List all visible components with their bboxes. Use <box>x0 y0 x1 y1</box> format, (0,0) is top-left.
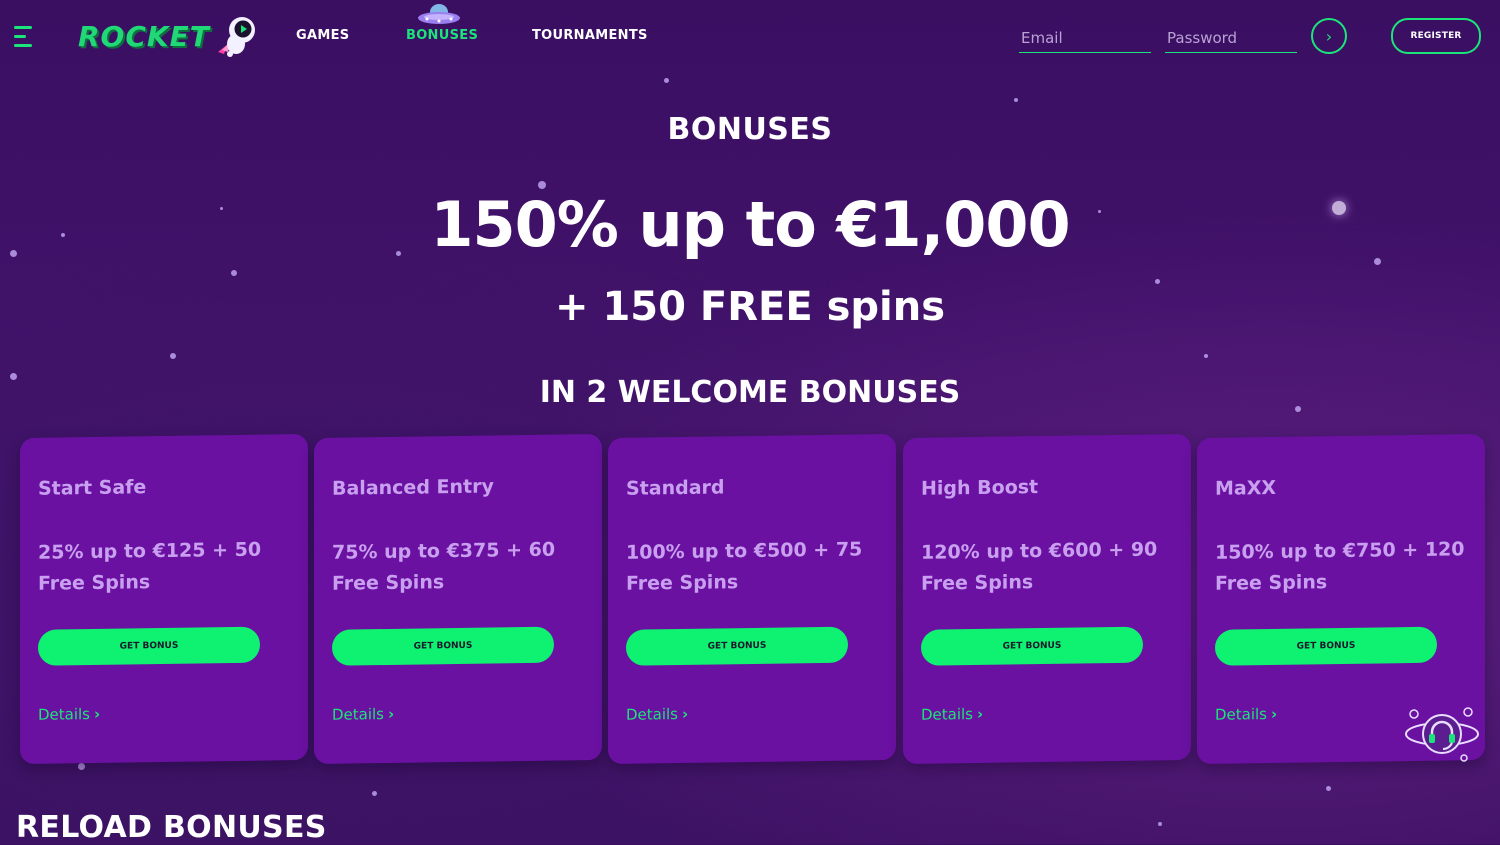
bonus-card-description: 25% up to €125 + 50 Free Spins <box>38 538 262 595</box>
bonus-card-title: Start Safe <box>38 476 147 500</box>
bonus-card-title: Standard <box>626 476 725 500</box>
details-label: Details <box>921 705 974 724</box>
star-decoration <box>372 791 377 796</box>
arrow-right-icon: › <box>1325 26 1333 46</box>
details-label: Details <box>38 705 91 724</box>
get-bonus-button[interactable]: GET BONUS <box>1215 626 1437 666</box>
ufo-icon <box>418 4 460 24</box>
details-label: Details <box>332 705 385 724</box>
nav-games[interactable]: GAMES <box>296 28 349 43</box>
bonus-card-title: High Boost <box>921 476 1039 500</box>
star-decoration <box>1014 98 1018 102</box>
star-decoration <box>664 78 669 83</box>
get-bonus-button[interactable]: GET BONUS <box>626 626 848 666</box>
star-decoration <box>78 763 85 770</box>
chevron-right-icon: › <box>94 704 101 723</box>
details-label: Details <box>1215 705 1268 724</box>
chevron-right-icon: › <box>1271 704 1278 723</box>
details-link[interactable]: Details › <box>1215 705 1277 724</box>
details-link[interactable]: Details › <box>332 705 394 724</box>
chevron-right-icon: › <box>977 704 984 723</box>
bonus-card-description: 100% up to €500 + 75 Free Spins <box>626 538 863 595</box>
email-field[interactable] <box>1019 24 1151 53</box>
hero-main-offer: 150% up to €1,000 <box>430 188 1070 261</box>
chevron-right-icon: › <box>682 704 689 723</box>
site-header: ROCKET GAMES BONUSES TOURNAMENTS › REGIS… <box>0 0 1500 74</box>
logo-text: ROCKET <box>78 19 210 53</box>
star-decoration <box>231 270 237 276</box>
bonus-card-title: MaXX <box>1215 476 1277 500</box>
bonus-card-description: 120% up to €600 + 90 Free Spins <box>921 538 1158 595</box>
site-logo[interactable]: ROCKET <box>78 14 260 58</box>
astronaut-icon <box>217 17 255 57</box>
bonus-card: High Boost 120% up to €600 + 90 Free Spi… <box>903 433 1191 765</box>
bonus-card-title: Balanced Entry <box>332 475 494 500</box>
bonus-card-description: 150% up to €750 + 120 Free Spins <box>1215 538 1465 595</box>
get-bonus-button[interactable]: GET BONUS <box>38 626 260 666</box>
star-decoration <box>1326 786 1331 791</box>
register-button[interactable]: REGISTER <box>1391 18 1481 54</box>
get-bonus-button[interactable]: GET BONUS <box>332 626 554 666</box>
menu-icon[interactable] <box>14 26 34 48</box>
details-link[interactable]: Details › <box>38 705 100 724</box>
star-decoration <box>170 353 176 359</box>
hero-sub-offer: + 150 FREE spins <box>555 284 945 330</box>
bonus-card: Standard 100% up to €500 + 75 Free Spins… <box>608 433 896 765</box>
details-label: Details <box>626 705 679 724</box>
details-link[interactable]: Details › <box>626 705 688 724</box>
nav-bonuses[interactable]: BONUSES <box>406 28 478 43</box>
bonus-card: Start Safe 25% up to €125 + 50 Free Spin… <box>20 433 308 765</box>
bonus-card-description: 75% up to €375 + 60 Free Spins <box>332 538 556 595</box>
support-headset-icon[interactable] <box>1402 704 1482 764</box>
page-title: BONUSES <box>667 112 833 147</box>
bonus-card: Balanced Entry 75% up to €375 + 60 Free … <box>314 433 602 765</box>
star-decoration <box>1158 822 1162 826</box>
nav-tournaments[interactable]: TOURNAMENTS <box>532 28 648 43</box>
star-decoration <box>1204 354 1208 358</box>
get-bonus-button[interactable]: GET BONUS <box>921 626 1143 666</box>
chevron-right-icon: › <box>388 704 395 723</box>
welcome-bonuses-heading: IN 2 WELCOME BONUSES <box>539 375 961 410</box>
password-field[interactable] <box>1165 24 1297 53</box>
login-submit-button[interactable]: › <box>1311 18 1347 54</box>
reload-bonuses-heading: RELOAD BONUSES <box>16 810 327 845</box>
details-link[interactable]: Details › <box>921 705 983 724</box>
